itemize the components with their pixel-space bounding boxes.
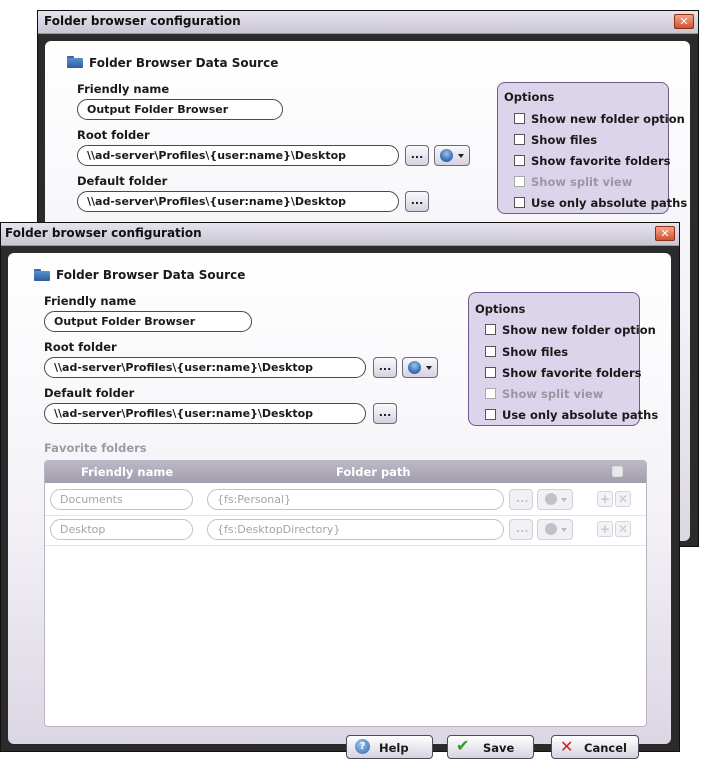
front-root-browse-button[interactable]: ...	[373, 357, 397, 378]
row-friendly-name-field[interactable]: Documents	[50, 489, 193, 510]
checkbox[interactable]	[485, 409, 496, 420]
back-default-folder-label: Default folder	[77, 174, 168, 188]
dropdown-arrow-icon	[458, 154, 464, 158]
front-default-folder-label: Default folder	[44, 386, 135, 400]
row-browse-button[interactable]: ...	[509, 519, 533, 540]
column-header-friendly-name[interactable]: Friendly name	[81, 465, 173, 479]
checkbox	[485, 388, 496, 399]
front-friendly-name-field[interactable]: Output Folder Browser	[44, 311, 252, 332]
back-friendly-name-label: Friendly name	[77, 82, 170, 96]
row-folder-path-field[interactable]: {fs:Personal}	[207, 489, 504, 510]
add-row-icon[interactable]: +	[597, 521, 613, 537]
back-default-folder-field[interactable]: \\ad-server\Profiles\{user:name}\Desktop	[77, 191, 399, 212]
front-default-browse-button[interactable]: ...	[373, 403, 397, 424]
user-icon	[440, 149, 453, 162]
front-dialog-window: Folder browser configuration ✕ Folder Br…	[0, 222, 680, 759]
back-section-title: Folder Browser Data Source	[89, 56, 279, 70]
row-friendly-name-field[interactable]: Desktop	[50, 519, 193, 540]
dropdown-arrow-icon	[426, 366, 432, 370]
back-friendly-name-field[interactable]: Output Folder Browser	[77, 99, 283, 120]
folder-icon	[34, 269, 50, 281]
table-row: Desktop {fs:DesktopDirectory} ... + ✕	[45, 515, 646, 546]
back-dialog-title: Folder browser configuration	[44, 14, 241, 28]
back-options-title: Options	[504, 90, 555, 104]
cancel-x-icon: ✕	[560, 737, 574, 756]
dropdown-arrow-icon	[561, 498, 567, 502]
back-root-user-dropdown[interactable]	[434, 145, 470, 166]
select-all-checkbox[interactable]	[612, 466, 623, 477]
remove-row-icon[interactable]: ✕	[615, 521, 631, 537]
front-root-folder-label: Root folder	[44, 340, 117, 354]
front-options-group: Options Show new folder option Show file…	[468, 292, 658, 426]
table-row: Documents {fs:Personal} ... + ✕	[45, 485, 646, 516]
front-root-user-dropdown[interactable]	[402, 357, 438, 378]
back-root-folder-field[interactable]: \\ad-server\Profiles\{user:name}\Desktop	[77, 145, 399, 166]
row-folder-path-field[interactable]: {fs:DesktopDirectory}	[207, 519, 504, 540]
checkbox[interactable]	[514, 134, 525, 145]
back-close-button[interactable]: ✕	[674, 14, 694, 29]
checkbox[interactable]	[485, 367, 496, 378]
front-friendly-name-label: Friendly name	[44, 294, 137, 308]
row-browse-button[interactable]: ...	[509, 489, 533, 510]
checkbox[interactable]	[514, 113, 525, 124]
front-section-title: Folder Browser Data Source	[56, 268, 246, 282]
front-root-folder-field[interactable]: \\ad-server\Profiles\{user:name}\Desktop	[44, 357, 366, 378]
grid-header: Friendly name Folder path	[45, 461, 646, 483]
back-root-folder-label: Root folder	[77, 128, 150, 142]
save-button[interactable]: ✔ Save	[447, 735, 534, 759]
dropdown-arrow-icon	[561, 528, 567, 532]
favorite-folders-label: Favorite folders	[44, 441, 147, 455]
front-close-button[interactable]: ✕	[655, 226, 675, 241]
front-options-title: Options	[475, 302, 526, 316]
checkbox[interactable]	[485, 346, 496, 357]
front-default-folder-field[interactable]: \\ad-server\Profiles\{user:name}\Desktop	[44, 403, 366, 424]
user-icon	[545, 523, 557, 535]
row-user-dropdown[interactable]	[537, 519, 573, 540]
checkbox[interactable]	[514, 155, 525, 166]
front-dialog-titlebar: Folder browser configuration ✕	[1, 223, 679, 246]
back-options-group: Options Show new folder option Show file…	[497, 82, 687, 214]
user-icon	[545, 493, 557, 505]
help-icon: ?	[355, 739, 370, 754]
favorite-folders-grid: Friendly name Folder path Documents {fs:…	[44, 460, 647, 727]
column-header-folder-path[interactable]: Folder path	[336, 465, 411, 479]
back-default-browse-button[interactable]: ...	[405, 191, 429, 212]
help-button[interactable]: ? Help	[346, 735, 433, 759]
user-icon	[408, 361, 421, 374]
front-dialog-panel: Folder Browser Data Source Friendly name…	[8, 253, 671, 759]
front-dialog-title: Folder browser configuration	[5, 226, 202, 240]
checkmark-icon: ✔	[456, 736, 470, 755]
back-root-browse-button[interactable]: ...	[405, 145, 429, 166]
folder-icon	[67, 56, 83, 68]
checkbox[interactable]	[485, 324, 496, 335]
row-user-dropdown[interactable]	[537, 489, 573, 510]
checkbox	[514, 176, 525, 187]
add-row-icon[interactable]: +	[597, 491, 613, 507]
checkbox[interactable]	[514, 197, 525, 208]
remove-row-icon[interactable]: ✕	[615, 491, 631, 507]
cancel-button[interactable]: ✕ Cancel	[551, 735, 639, 759]
back-dialog-titlebar: Folder browser configuration ✕	[38, 11, 698, 34]
